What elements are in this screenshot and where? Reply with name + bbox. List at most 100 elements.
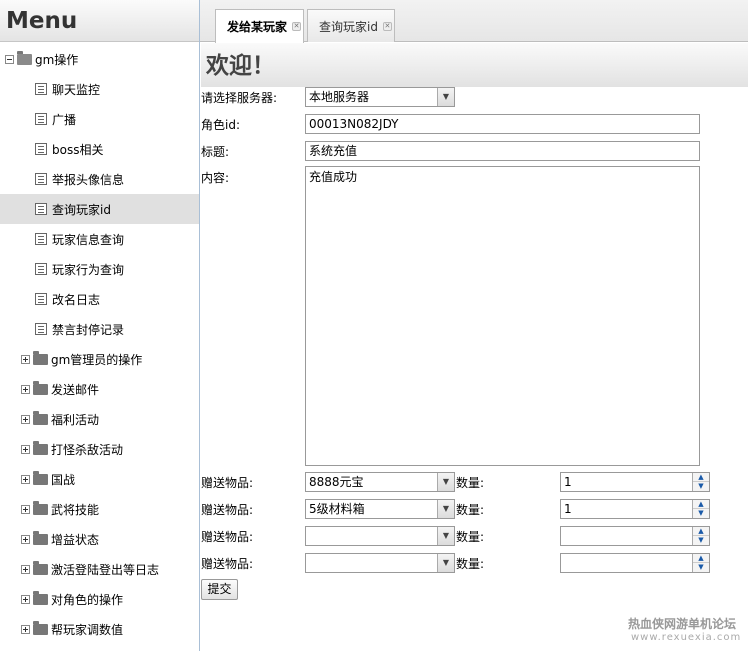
tree-root-gm-ops[interactable]: gm操作 <box>0 44 199 74</box>
folder-icon <box>33 440 48 455</box>
document-icon <box>35 83 47 95</box>
tree-item-broadcast[interactable]: 广播 <box>0 104 199 134</box>
spin-down-icon[interactable]: ▼ <box>693 536 709 545</box>
server-select[interactable]: 本地服务器 ▼ <box>305 87 455 107</box>
tree-group-adjust-values[interactable]: 帮玩家调数值 <box>0 614 199 644</box>
qty-label: 数量: <box>456 503 485 517</box>
title-input[interactable]: 系统充值 <box>305 141 700 161</box>
tree-group-label: 增益状态 <box>51 532 100 547</box>
tree-group-label: 国战 <box>51 472 76 487</box>
expand-icon[interactable] <box>21 354 30 364</box>
tree-group-label: 福利活动 <box>51 412 100 427</box>
folder-icon <box>33 620 48 635</box>
page-title: 欢迎！ <box>201 43 748 87</box>
gift-select-1[interactable]: 8888元宝 ▼ <box>305 472 455 492</box>
tab-label: 发给某玩家 <box>227 20 288 34</box>
qty-spinner-4[interactable]: ▲ ▼ <box>560 553 710 573</box>
spin-up-icon[interactable]: ▲ <box>693 500 709 509</box>
tree-group-login-logs[interactable]: 激活登陆登出等日志 <box>0 554 199 584</box>
tree-item-label: 禁言封停记录 <box>52 322 125 337</box>
tree-item-query-player-id[interactable]: 查询玩家id <box>0 194 199 224</box>
gift-label: 赠送物品: <box>201 557 254 571</box>
spin-up-icon[interactable]: ▲ <box>693 473 709 482</box>
tab-send-to-player[interactable]: 发给某玩家 ✕ <box>215 9 304 43</box>
expand-icon[interactable] <box>21 624 30 634</box>
document-icon <box>35 233 47 245</box>
tree-group-label: gm管理员的操作 <box>51 352 143 367</box>
tree-group-general-skills[interactable]: 武将技能 <box>0 494 199 524</box>
document-icon <box>35 113 47 125</box>
server-select-value: 本地服务器 <box>309 90 370 104</box>
expand-icon[interactable] <box>21 414 30 424</box>
tree-item-rename-log[interactable]: 改名日志 <box>0 284 199 314</box>
expand-icon[interactable] <box>21 384 30 394</box>
spin-down-icon[interactable]: ▼ <box>693 563 709 572</box>
qty-spinner-3[interactable]: ▲ ▼ <box>560 526 710 546</box>
expand-icon[interactable] <box>21 444 30 454</box>
expand-icon[interactable] <box>21 594 30 604</box>
gift-label: 赠送物品: <box>201 503 254 517</box>
folder-open-icon <box>17 50 32 65</box>
chevron-down-icon[interactable]: ▼ <box>437 527 454 545</box>
folder-icon <box>33 380 48 395</box>
document-icon <box>35 263 47 275</box>
document-icon <box>35 203 47 215</box>
spin-down-icon[interactable]: ▼ <box>693 482 709 491</box>
qty-spinner-2[interactable]: 1 ▲ ▼ <box>560 499 710 519</box>
collapse-icon[interactable] <box>5 54 14 64</box>
tree-item-boss[interactable]: boss相关 <box>0 134 199 164</box>
chevron-down-icon[interactable]: ▼ <box>437 473 454 491</box>
chevron-down-icon[interactable]: ▼ <box>437 554 454 572</box>
spinner-buttons[interactable]: ▲ ▼ <box>692 473 709 491</box>
tree-group-buff-status[interactable]: 增益状态 <box>0 524 199 554</box>
chevron-down-icon[interactable]: ▼ <box>437 88 454 106</box>
close-icon[interactable]: ✕ <box>292 22 302 31</box>
expand-icon[interactable] <box>21 534 30 544</box>
tree-item-player-behavior[interactable]: 玩家行为查询 <box>0 254 199 284</box>
spin-up-icon[interactable]: ▲ <box>693 554 709 563</box>
tree-group-role-ops[interactable]: 对角色的操作 <box>0 584 199 614</box>
close-icon[interactable]: ✕ <box>382 21 392 31</box>
expand-icon[interactable] <box>21 474 30 484</box>
tree-item-label: 举报头像信息 <box>52 172 125 187</box>
submit-button[interactable]: 提交 <box>201 579 238 600</box>
tree-group-label: 打怪杀敌活动 <box>51 442 124 457</box>
tree-item-player-info[interactable]: 玩家信息查询 <box>0 224 199 254</box>
spinner-buttons[interactable]: ▲ ▼ <box>692 554 709 572</box>
spinner-buttons[interactable]: ▲ ▼ <box>692 527 709 545</box>
tree-group-label: 武将技能 <box>51 502 100 517</box>
role-id-value: 00013N082JDY <box>309 117 399 131</box>
expand-icon[interactable] <box>21 504 30 514</box>
content-textarea[interactable]: 充值成功 <box>305 166 700 466</box>
expand-icon[interactable] <box>21 564 30 574</box>
document-icon <box>35 323 47 335</box>
tree-root-label: gm操作 <box>35 52 79 67</box>
tree-group-gm-admin[interactable]: gm管理员的操作 <box>0 344 199 374</box>
tree-item-avatar-report[interactable]: 举报头像信息 <box>0 164 199 194</box>
tree-item-label: boss相关 <box>52 142 104 157</box>
spinner-buttons[interactable]: ▲ ▼ <box>692 500 709 518</box>
tab-query-player-id[interactable]: 查询玩家id ✕ <box>307 9 395 42</box>
tree-group-monster-event[interactable]: 打怪杀敌活动 <box>0 434 199 464</box>
qty-value: 1 <box>564 475 572 489</box>
gift-select-4[interactable]: ▼ <box>305 553 455 573</box>
gift-select-2[interactable]: 5级材料箱 ▼ <box>305 499 455 519</box>
tree-group-welfare[interactable]: 福利活动 <box>0 404 199 434</box>
tree-group-national-war[interactable]: 国战 <box>0 464 199 494</box>
role-id-input[interactable]: 00013N082JDY <box>305 114 700 134</box>
gift-label: 赠送物品: <box>201 530 254 544</box>
qty-value: 1 <box>564 502 572 516</box>
tree-item-chat-monitor[interactable]: 聊天监控 <box>0 74 199 104</box>
tree-group-label: 帮玩家调数值 <box>51 622 124 637</box>
watermark-text: 热血侠网游单机论坛 <box>628 617 737 631</box>
spin-down-icon[interactable]: ▼ <box>693 509 709 518</box>
qty-label: 数量: <box>456 530 485 544</box>
sidebar-menu: Menu gm操作 聊天监控 广播 boss相关 举报头像信息 查询玩家id 玩… <box>0 0 200 651</box>
gift-select-3[interactable]: ▼ <box>305 526 455 546</box>
qty-spinner-1[interactable]: 1 ▲ ▼ <box>560 472 710 492</box>
spin-up-icon[interactable]: ▲ <box>693 527 709 536</box>
tree-group-send-mail[interactable]: 发送邮件 <box>0 374 199 404</box>
content-value: 充值成功 <box>309 170 358 184</box>
tree-item-ban-records[interactable]: 禁言封停记录 <box>0 314 199 344</box>
chevron-down-icon[interactable]: ▼ <box>437 500 454 518</box>
